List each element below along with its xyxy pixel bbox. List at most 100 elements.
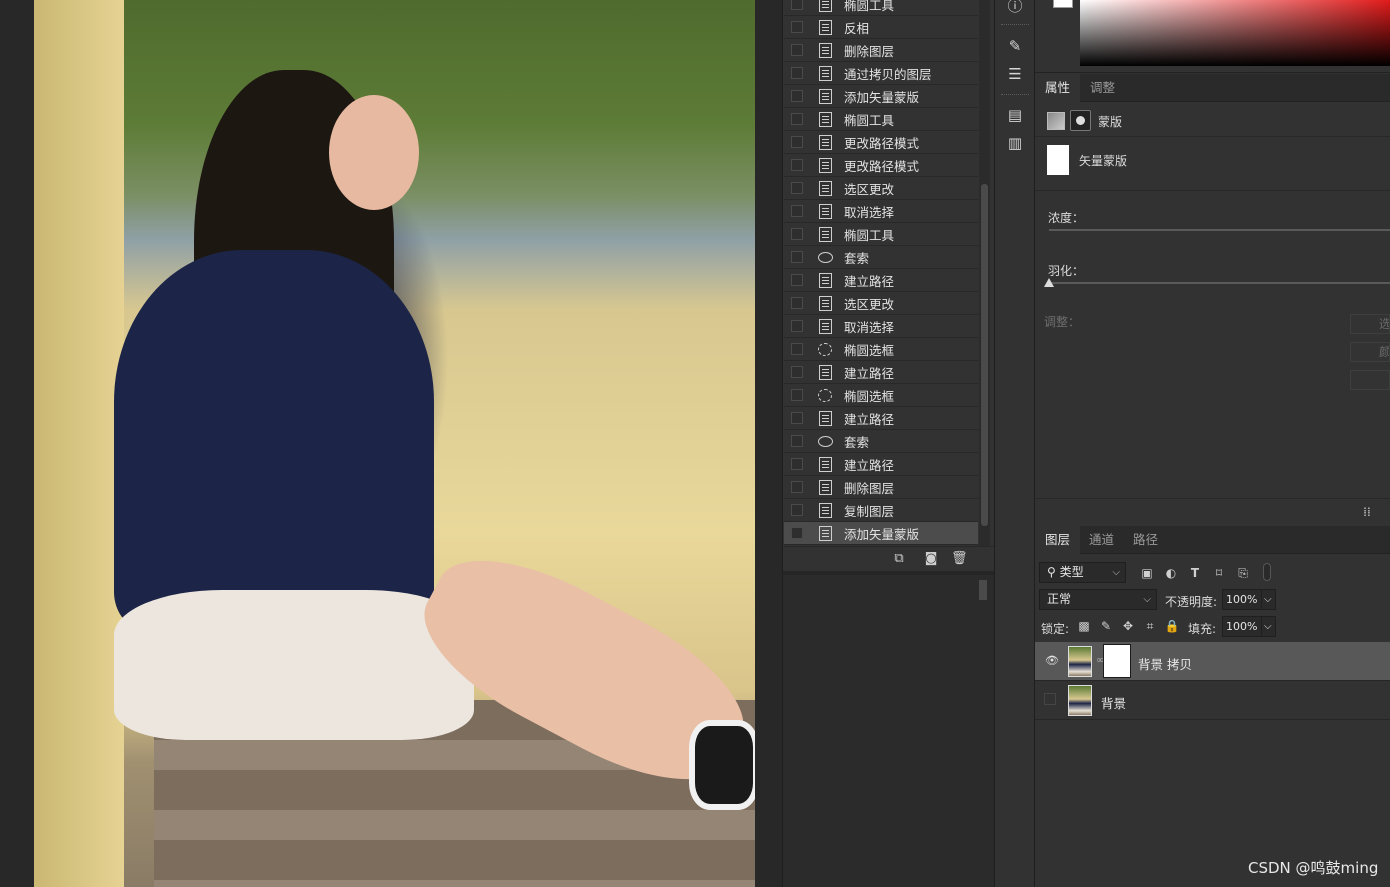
- adjustment-filter-icon[interactable]: ◐: [1163, 565, 1179, 581]
- feather-slider[interactable]: [1049, 282, 1390, 284]
- history-item[interactable]: 通过拷贝的图层: [784, 62, 978, 85]
- fill-input[interactable]: 100%: [1222, 616, 1262, 637]
- camera-snapshot-icon[interactable]: ◙: [923, 551, 939, 567]
- history-item[interactable]: 添加矢量蒙版: [784, 85, 978, 108]
- lock-all-icon[interactable]: 🔒: [1164, 618, 1180, 634]
- feather-slider-handle[interactable]: [1044, 278, 1054, 287]
- lower-scrollbar[interactable]: [977, 578, 988, 887]
- blend-mode-select[interactable]: 正常 ⌵: [1039, 589, 1157, 610]
- history-snapshot-checkbox[interactable]: [791, 389, 803, 401]
- lock-transparency-icon[interactable]: ▩: [1076, 618, 1092, 634]
- visibility-eye-icon[interactable]: 👁: [1045, 654, 1061, 668]
- history-item[interactable]: 套索: [784, 246, 978, 269]
- history-item[interactable]: 建立路径: [784, 269, 978, 292]
- fill-dropdown-button[interactable]: ⌵: [1261, 616, 1276, 637]
- lock-artboard-icon[interactable]: ⌗: [1142, 618, 1158, 634]
- smart-object-filter-icon[interactable]: ⎘: [1235, 565, 1251, 581]
- layer-row-background-copy[interactable]: 👁 ∞ 背景 拷贝: [1035, 642, 1390, 681]
- lock-pixels-icon[interactable]: ✎: [1098, 618, 1114, 634]
- tab-paths[interactable]: 路径: [1123, 526, 1168, 554]
- history-scrollbar-thumb[interactable]: [981, 184, 988, 526]
- history-item[interactable]: 取消选择: [784, 200, 978, 223]
- layer-name[interactable]: 背景: [1101, 693, 1126, 712]
- history-item[interactable]: 套索: [784, 430, 978, 453]
- history-snapshot-checkbox[interactable]: [791, 205, 803, 217]
- color-range-button[interactable]: 颜色: [1350, 342, 1390, 362]
- photo-canvas[interactable]: [34, 0, 755, 887]
- selection-icon[interactable]: ⁞⁞: [1359, 504, 1375, 520]
- adjust-sliders-icon[interactable]: ☰: [1005, 64, 1025, 84]
- layer-row-background[interactable]: 背景: [1035, 681, 1390, 720]
- history-item[interactable]: 删除图层: [784, 476, 978, 499]
- shape-filter-icon[interactable]: ⌑: [1211, 565, 1227, 581]
- history-item[interactable]: 椭圆选框: [784, 338, 978, 361]
- tab-layers[interactable]: 图层: [1035, 526, 1081, 554]
- vector-mask-thumbnail[interactable]: [1047, 145, 1069, 175]
- history-snapshot-checkbox[interactable]: [791, 297, 803, 309]
- history-item[interactable]: 建立路径: [784, 453, 978, 476]
- mask-link-icon[interactable]: ∞: [1096, 654, 1104, 668]
- color-spectrum-field[interactable]: [1080, 0, 1390, 66]
- history-item[interactable]: 建立路径: [784, 407, 978, 430]
- vector-mask-icon[interactable]: [1070, 110, 1091, 131]
- new-document-from-state-icon[interactable]: ⧉: [891, 551, 907, 567]
- history-snapshot-checkbox[interactable]: [791, 343, 803, 355]
- lower-scrollbar-thumb[interactable]: [979, 580, 987, 600]
- history-item[interactable]: 添加矢量蒙版: [784, 522, 978, 545]
- tab-channels[interactable]: 通道: [1079, 526, 1124, 554]
- filter-toggle-switch[interactable]: [1263, 563, 1271, 581]
- history-snapshot-checkbox[interactable]: [791, 228, 803, 240]
- history-snapshot-checkbox[interactable]: [791, 67, 803, 79]
- info-icon[interactable]: ⓘ: [1005, 0, 1025, 16]
- foreground-color-swatch[interactable]: [1053, 0, 1073, 8]
- history-snapshot-checkbox[interactable]: [791, 274, 803, 286]
- history-item[interactable]: 建立路径: [784, 361, 978, 384]
- history-item[interactable]: 取消选择: [784, 315, 978, 338]
- history-snapshot-checkbox[interactable]: [791, 159, 803, 171]
- history-item[interactable]: 选区更改: [784, 177, 978, 200]
- history-item[interactable]: 选区更改: [784, 292, 978, 315]
- history-item[interactable]: 复制图层: [784, 499, 978, 522]
- history-snapshot-checkbox[interactable]: [791, 320, 803, 332]
- history-snapshot-checkbox[interactable]: [791, 481, 803, 493]
- notes-icon[interactable]: ▥: [1005, 133, 1025, 153]
- history-snapshot-checkbox[interactable]: [791, 366, 803, 378]
- history-snapshot-checkbox[interactable]: [791, 527, 803, 539]
- history-snapshot-checkbox[interactable]: [791, 504, 803, 516]
- pixel-mask-icon[interactable]: [1047, 112, 1065, 130]
- density-slider[interactable]: [1049, 229, 1390, 231]
- layer-filter-kind-select[interactable]: ⚲ 类型 ⌵: [1039, 562, 1126, 583]
- trash-icon[interactable]: 🗑: [951, 551, 968, 567]
- history-snapshot-checkbox[interactable]: [791, 0, 803, 10]
- history-item[interactable]: 更改路径模式: [784, 131, 978, 154]
- history-snapshot-checkbox[interactable]: [791, 458, 803, 470]
- tab-adjustments[interactable]: 调整: [1080, 74, 1125, 102]
- layer-thumbnail[interactable]: [1068, 685, 1092, 716]
- opacity-input[interactable]: 100%: [1222, 589, 1262, 610]
- history-snapshot-checkbox[interactable]: [791, 182, 803, 194]
- history-snapshot-checkbox[interactable]: [791, 435, 803, 447]
- history-snapshot-checkbox[interactable]: [791, 412, 803, 424]
- layer-mask-thumbnail[interactable]: [1103, 644, 1131, 678]
- history-snapshot-checkbox[interactable]: [791, 90, 803, 102]
- visibility-toggle-off[interactable]: [1044, 693, 1056, 705]
- history-snapshot-checkbox[interactable]: [791, 251, 803, 263]
- lock-position-icon[interactable]: ✥: [1120, 618, 1136, 634]
- document-canvas-area[interactable]: [0, 0, 782, 887]
- layer-thumbnail[interactable]: [1068, 646, 1092, 677]
- opacity-dropdown-button[interactable]: ⌵: [1261, 589, 1276, 610]
- image-filter-icon[interactable]: ▣: [1139, 565, 1155, 581]
- select-and-mask-button[interactable]: 选择: [1350, 314, 1390, 334]
- history-snapshot-checkbox[interactable]: [791, 21, 803, 33]
- history-item[interactable]: 更改路径模式: [784, 154, 978, 177]
- type-filter-icon[interactable]: T: [1187, 565, 1203, 581]
- history-item[interactable]: 删除图层: [784, 39, 978, 62]
- tab-properties[interactable]: 属性: [1035, 74, 1081, 102]
- invert-button[interactable]: [1350, 370, 1390, 390]
- layer-name[interactable]: 背景 拷贝: [1138, 654, 1192, 673]
- history-item[interactable]: 椭圆工具: [784, 108, 978, 131]
- history-snapshot-checkbox[interactable]: [791, 113, 803, 125]
- history-snapshot-checkbox[interactable]: [791, 136, 803, 148]
- brush-icon[interactable]: ✎: [1005, 36, 1025, 56]
- history-snapshot-checkbox[interactable]: [791, 44, 803, 56]
